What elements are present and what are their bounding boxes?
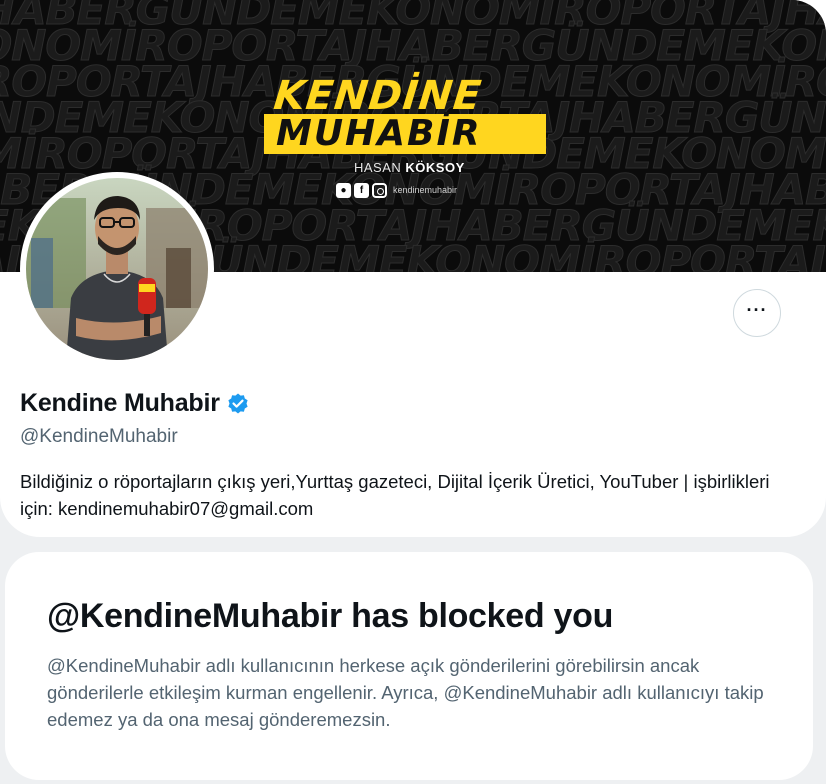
display-name: Kendine Muhabir <box>20 389 220 417</box>
more-horizontal-icon: ··· <box>746 300 768 320</box>
avatar-photo <box>26 178 208 360</box>
avatar[interactable] <box>20 172 214 366</box>
instagram-icon <box>372 182 387 198</box>
blocked-description: @KendineMuhabir adlı kullanıcının herkes… <box>47 655 764 730</box>
twitter-icon: ● <box>336 182 351 198</box>
blocked-notice-card: @KendineMuhabir has blocked you @Kendine… <box>5 552 813 780</box>
logo-line-1: KENDİNE <box>271 73 485 119</box>
profile-card: HABERGÜNDEMEKONOMİROPORTAJHABERGÜNDEMEKO… <box>0 0 826 537</box>
avatar-image <box>26 178 208 360</box>
facebook-icon: f <box>354 182 369 198</box>
logo-line-2: MUHABİR <box>276 113 482 154</box>
profile-name-row: Kendine Muhabir <box>20 389 250 418</box>
banner-logo: KENDİNE MUHABİR HASAN KÖKSOY ● f kendine… <box>264 73 552 226</box>
blocked-title: @KendineMuhabir has blocked you <box>47 597 614 635</box>
logo-person-last: KÖKSOY <box>405 160 465 175</box>
profile-bio: Bildiğiniz o röportajların çıkış yeri,Yu… <box>20 471 770 519</box>
logo-person-name: HASAN KÖKSOY <box>354 160 465 175</box>
logo-person-first: HASAN <box>354 160 402 175</box>
logo-line-2-box: MUHABİR <box>264 114 546 154</box>
profile-handle: @KendineMuhabir <box>20 426 178 447</box>
logo-social-row: ● f kendinemuhabir <box>336 182 457 198</box>
verified-badge-icon[interactable] <box>226 392 250 416</box>
logo-social-handle: kendinemuhabir <box>393 185 458 195</box>
more-options-button[interactable]: ··· <box>733 289 781 337</box>
